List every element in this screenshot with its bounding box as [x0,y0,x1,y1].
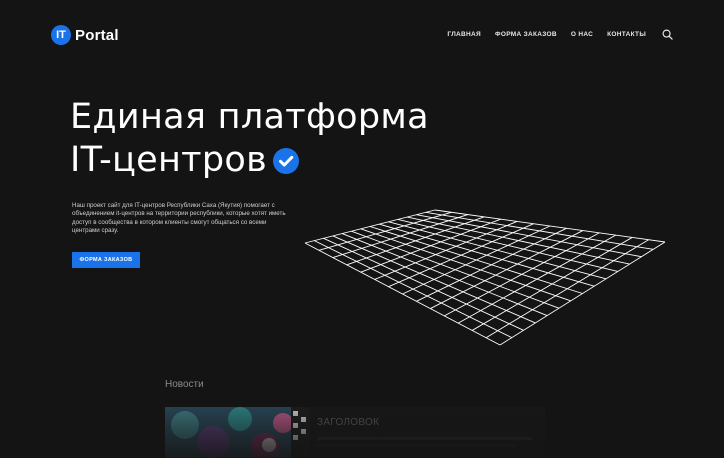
news-card-text-line [317,444,517,447]
nav-item-order-form[interactable]: ФОРМА ЗАКАЗОВ [495,31,557,38]
main-nav: ГЛАВНАЯ ФОРМА ЗАКАЗОВ О НАС КОНТАКТЫ [447,29,673,40]
hero-title: Единая платформа IT-центров [70,96,429,182]
hero-title-line-1: Единая платформа [70,97,429,137]
grid-line [407,216,630,265]
news-card-image [165,407,310,458]
nav-item-contacts[interactable]: КОНТАКТЫ [607,31,646,38]
hero-title-line-2-text: IT-центров [70,140,268,180]
perspective-grid-graphic [304,209,666,346]
nav-item-home[interactable]: ГЛАВНАЯ [447,31,481,38]
nav-item-about[interactable]: О НАС [571,31,593,38]
grid-line [485,239,649,339]
site-header: IT Portal ГЛАВНАЯ ФОРМА ЗАКАЗОВ О НАС КО… [0,0,724,72]
news-heading: Новости [165,379,204,390]
hero-description: Наш проект сайт для IT-центров Республик… [72,202,286,235]
news-card[interactable]: ЗАГОЛОВОК [165,407,545,458]
grid-line [388,221,607,280]
hero-title-line-2: IT-центров [70,139,429,182]
grid-line [471,237,633,331]
grid-line [425,211,654,250]
search-icon[interactable] [662,29,673,40]
order-form-button[interactable]: ФОРМА ЗАКАЗОВ [72,252,140,268]
news-card-text-line [317,437,532,440]
logo-text: Portal [75,26,119,44]
news-card-title: ЗАГОЛОВОК [317,417,380,428]
logo[interactable]: IT Portal [51,25,119,45]
verified-check-icon [273,148,300,174]
logo-badge: IT [51,25,71,45]
grid-line [434,209,666,243]
